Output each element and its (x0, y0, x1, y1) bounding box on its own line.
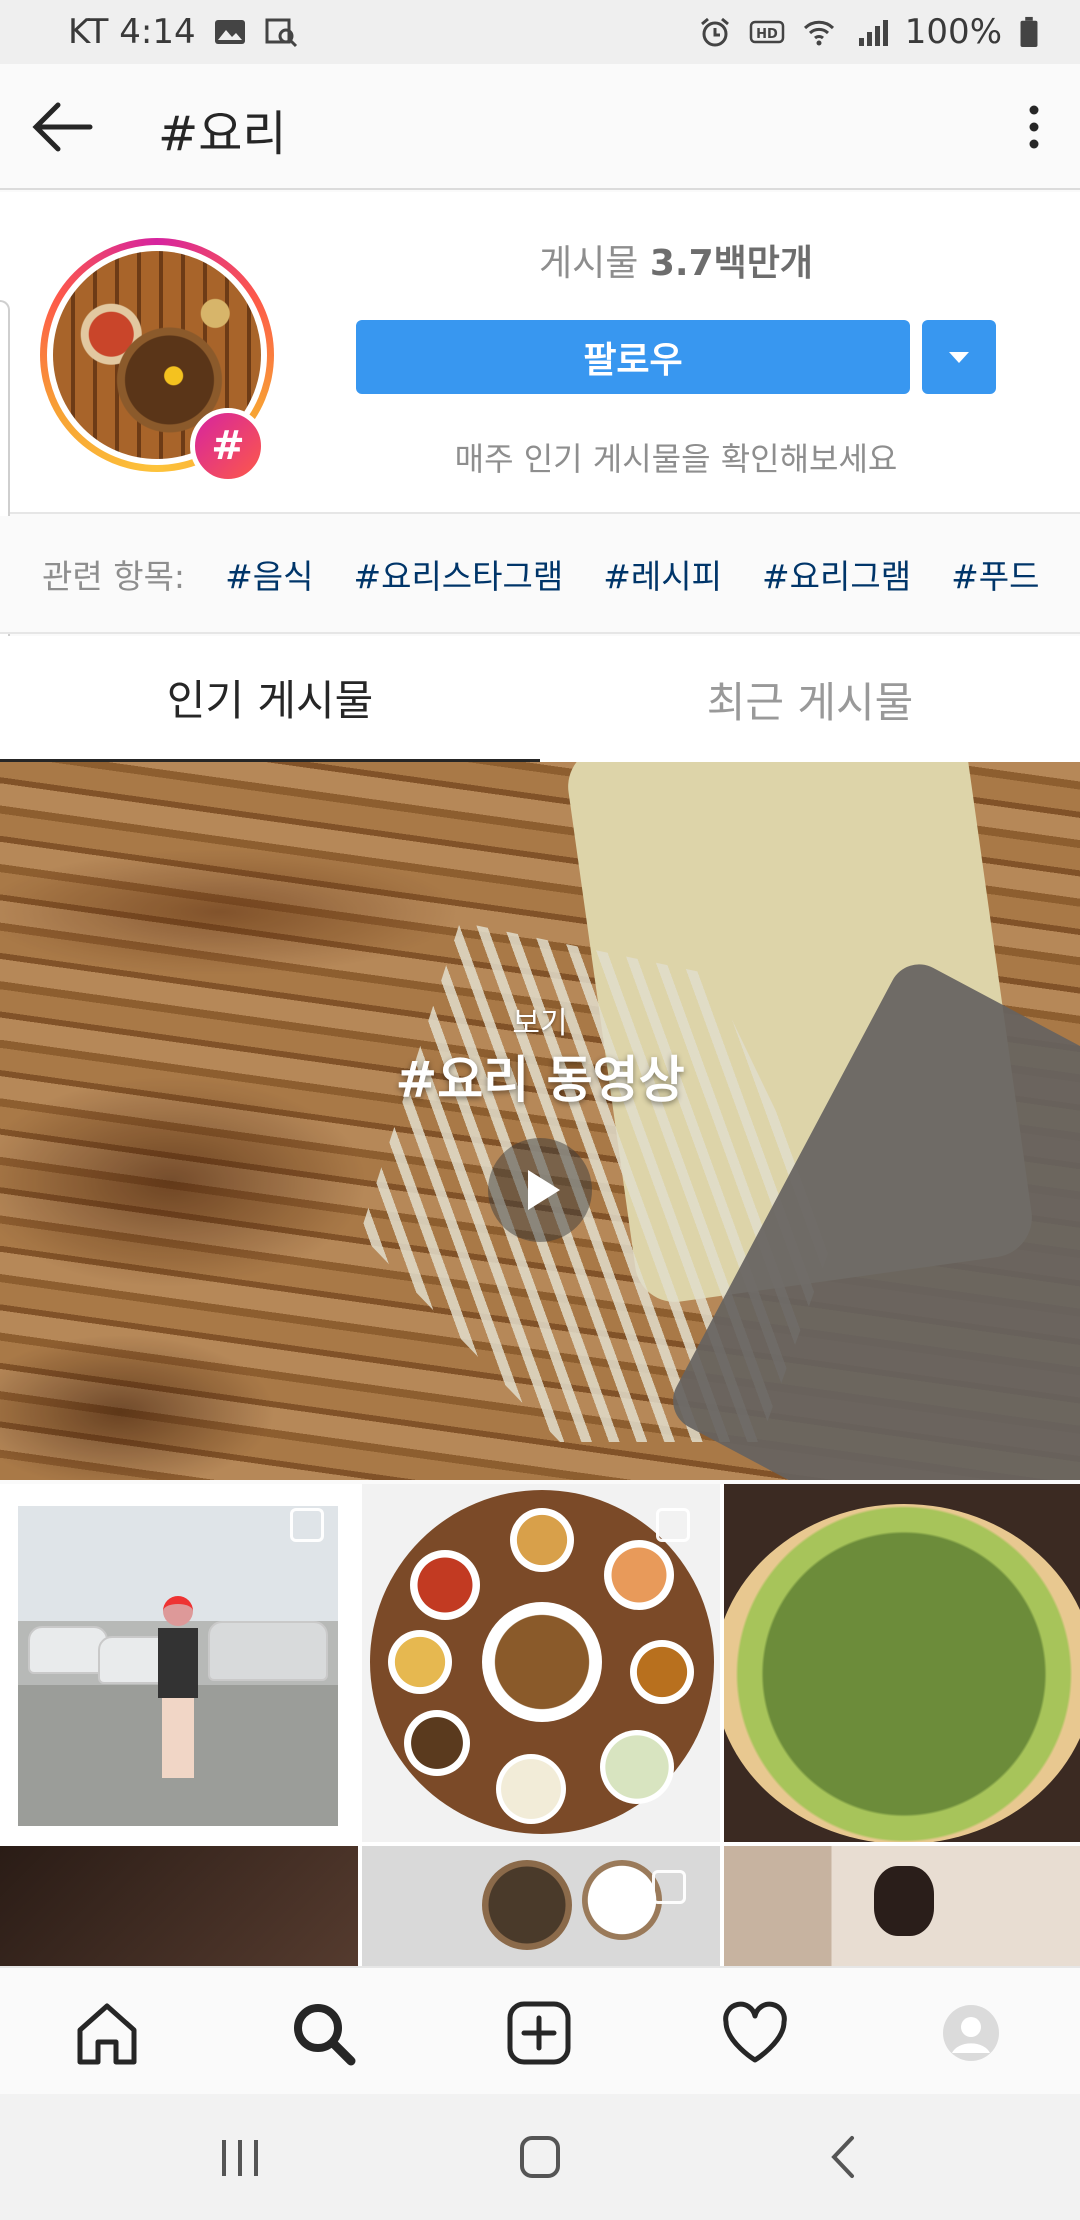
post-thumbnail[interactable] (362, 1846, 720, 1966)
related-tag[interactable]: #레시피 (603, 550, 722, 598)
svg-text:HD: HD (756, 27, 778, 42)
search-image-icon (265, 18, 297, 48)
hashtag-badge-icon: # (190, 408, 266, 484)
related-hashtags-bar: 관련 항목: #음식 #요리스타그램 #레시피 #요리그램 #푸드 # (0, 516, 1080, 634)
play-icon[interactable] (488, 1138, 592, 1242)
tab-recent-posts[interactable]: 최근 게시물 (540, 636, 1080, 762)
add-post-icon[interactable] (504, 1998, 574, 2068)
gallery-icon (214, 20, 245, 44)
related-tag[interactable]: #푸드 (951, 550, 1039, 598)
profile-avatar-icon[interactable] (936, 1998, 1006, 2068)
related-tag[interactable]: #요리스타그램 (353, 550, 563, 598)
follow-options-button[interactable] (922, 320, 996, 394)
status-bar: KT 4:14 HD 100% (0, 0, 1080, 64)
arrow-left-icon[interactable] (30, 100, 94, 154)
battery-icon (1020, 16, 1038, 48)
related-label: 관련 항목: (42, 557, 186, 596)
recent-apps-icon[interactable] (210, 2132, 270, 2182)
post-tabs: 인기 게시물 최근 게시물 (0, 636, 1080, 762)
signal-icon (858, 20, 888, 46)
more-vertical-icon[interactable] (1024, 104, 1044, 150)
weekly-top-posts-text: 매주 인기 게시물을 확인해보세요 (454, 440, 898, 478)
video-small-label: 보기 (512, 1006, 568, 1041)
back-button-icon[interactable] (814, 2132, 874, 2182)
battery-percent: 100% (904, 12, 1002, 52)
posts-count: 게시물 3.7백만개 (356, 234, 996, 286)
search-icon[interactable] (288, 1998, 358, 2068)
related-tag[interactable]: #음식 (225, 550, 313, 598)
home-icon[interactable] (72, 1998, 142, 2068)
multi-image-icon (652, 1870, 686, 1904)
hd-icon: HD (749, 20, 785, 44)
posts-count-value: 3.7백만개 (649, 243, 813, 284)
wifi-icon (803, 20, 834, 46)
follow-button[interactable]: 팔로우 (356, 320, 910, 394)
alarm-icon (700, 17, 729, 47)
video-title: #요리 동영상 (395, 1051, 685, 1109)
posts-label: 게시물 (539, 243, 639, 284)
hashtag-profile-section: # 게시물 3.7백만개 팔로우 매주 인기 게시물을 확인해보세요 (0, 192, 1080, 514)
post-thumbnail[interactable] (362, 1484, 720, 1842)
post-thumbnail[interactable] (724, 1484, 1080, 1842)
home-button-icon[interactable] (510, 2132, 570, 2182)
system-navigation-bar (0, 2094, 1080, 2220)
page-title: #요리 (158, 106, 287, 162)
activity-heart-icon[interactable] (720, 1998, 790, 2068)
multi-image-icon (290, 1508, 324, 1542)
multi-image-icon (656, 1508, 690, 1542)
hashtag-video-banner[interactable]: 보기 #요리 동영상 (0, 762, 1080, 1480)
bottom-navigation (0, 1966, 1080, 2094)
top-app-bar: #요리 (0, 64, 1080, 190)
carrier-time: KT 4:14 (68, 12, 196, 52)
post-thumbnail[interactable] (0, 1484, 358, 1842)
post-grid (0, 1484, 1080, 1966)
related-tag[interactable]: #요리그램 (762, 550, 911, 598)
caret-down-icon (949, 352, 969, 363)
tab-top-posts[interactable]: 인기 게시물 (0, 636, 540, 762)
post-thumbnail[interactable] (724, 1846, 1080, 1966)
post-thumbnail[interactable] (0, 1846, 358, 1966)
